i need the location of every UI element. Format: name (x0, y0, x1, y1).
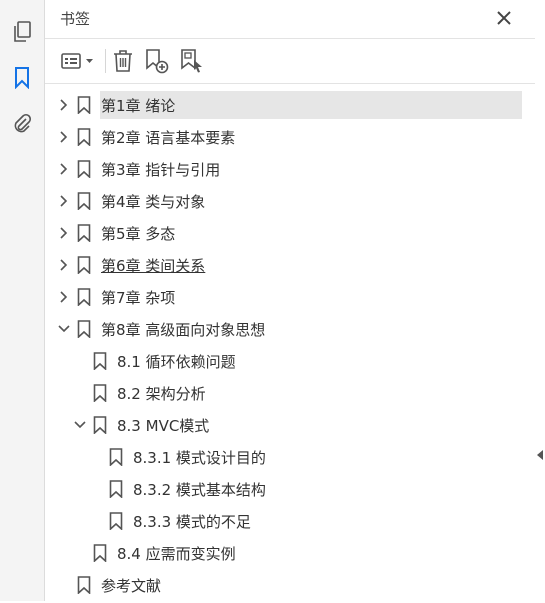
bookmark-label: 8.4 应需而变实例 (117, 545, 236, 563)
bookmark-label: 参考文献 (101, 577, 162, 595)
bookmark-item[interactable]: 第1章 绪论 (45, 91, 535, 123)
bookmark-icon (109, 512, 123, 530)
new-bookmark-icon[interactable] (144, 47, 170, 75)
bookmark-icon (77, 160, 91, 178)
bookmark-label: 8.2 架构分析 (117, 385, 206, 403)
bookmark-item[interactable]: 8.3.2 模式基本结构 (45, 475, 535, 507)
collapse-panel-handle[interactable] (535, 440, 545, 470)
bookmarks-icon[interactable] (8, 64, 36, 92)
bookmark-label: 8.1 循环依赖问题 (117, 353, 236, 371)
bookmark-item[interactable]: 第6章 类间关系 (45, 251, 535, 283)
bookmark-label: 8.3.3 模式的不足 (133, 513, 251, 531)
bookmark-icon (93, 352, 107, 370)
bookmark-label: 8.3.1 模式设计目的 (133, 449, 266, 467)
bookmark-icon (77, 576, 91, 594)
bookmark-icon (77, 96, 91, 114)
bookmark-icon (77, 192, 91, 210)
bookmark-item[interactable]: 第3章 指针与引用 (45, 155, 535, 187)
chevron-right-icon[interactable] (58, 131, 70, 143)
chevron-right-icon[interactable] (58, 291, 70, 303)
bookmark-item[interactable]: 8.1 循环依赖问题 (45, 347, 535, 379)
bookmark-label: 第8章 高级面向对象思想 (101, 321, 266, 339)
bookmark-icon (77, 128, 91, 146)
bookmark-icon (109, 480, 123, 498)
chevron-right-icon[interactable] (58, 227, 70, 239)
bookmark-item[interactable]: 8.4 应需而变实例 (45, 539, 535, 571)
delete-icon[interactable] (111, 47, 135, 75)
bookmark-icon (109, 448, 123, 466)
bookmarks-panel: 书签 第1章 绪论 第2章 语言基本要素 第3章 指针与引用 第4章 类与对象 … (45, 0, 535, 601)
pages-icon[interactable] (8, 18, 36, 46)
bookmark-from-selection-icon[interactable] (179, 47, 205, 75)
bookmarks-toolbar (45, 39, 535, 84)
bookmark-icon (93, 384, 107, 402)
bookmark-icon (93, 416, 107, 434)
bookmark-label: 第3章 指针与引用 (101, 161, 221, 179)
bookmark-item[interactable]: 第4章 类与对象 (45, 187, 535, 219)
bookmark-item[interactable]: 参考文献 (45, 571, 535, 603)
bookmark-item[interactable]: 第2章 语言基本要素 (45, 123, 535, 155)
bookmark-item[interactable]: 第7章 杂项 (45, 283, 535, 315)
panel-title: 书签 (60, 10, 91, 28)
chevron-down-icon[interactable] (74, 419, 86, 431)
chevron-right-icon[interactable] (58, 99, 70, 111)
bookmark-item[interactable]: 8.3.1 模式设计目的 (45, 443, 535, 475)
bookmark-label: 8.3.2 模式基本结构 (133, 481, 266, 499)
bookmark-icon (77, 224, 91, 242)
bookmark-icon (77, 256, 91, 274)
bookmark-icon (77, 288, 91, 306)
bookmark-label: 第5章 多态 (101, 225, 176, 243)
bookmark-label: 第1章 绪论 (101, 97, 176, 115)
navigation-rail (0, 0, 45, 601)
bookmark-label: 第6章 类间关系 (101, 257, 206, 275)
bookmark-item[interactable]: 8.3 MVC模式 (45, 411, 535, 443)
options-menu-icon[interactable] (59, 47, 99, 75)
chevron-right-icon[interactable] (58, 195, 70, 207)
bookmark-icon (93, 544, 107, 562)
chevron-right-icon[interactable] (58, 163, 70, 175)
bookmark-label: 第2章 语言基本要素 (101, 129, 236, 147)
bookmark-label: 第7章 杂项 (101, 289, 176, 307)
chevron-down-icon[interactable] (58, 323, 70, 335)
bookmark-label: 8.3 MVC模式 (117, 417, 210, 435)
bookmark-icon (77, 320, 91, 338)
close-icon[interactable] (493, 6, 515, 30)
bookmark-label: 第4章 类与对象 (101, 193, 206, 211)
bookmark-item[interactable]: 8.2 架构分析 (45, 379, 535, 411)
chevron-right-icon[interactable] (58, 259, 70, 271)
bookmark-item[interactable]: 第5章 多态 (45, 219, 535, 251)
toolbar-separator (105, 49, 106, 73)
bookmark-item[interactable]: 8.3.3 模式的不足 (45, 507, 535, 539)
attachments-icon[interactable] (8, 110, 36, 138)
panel-header: 书签 (45, 0, 535, 39)
bookmark-item[interactable]: 第8章 高级面向对象思想 (45, 315, 535, 347)
